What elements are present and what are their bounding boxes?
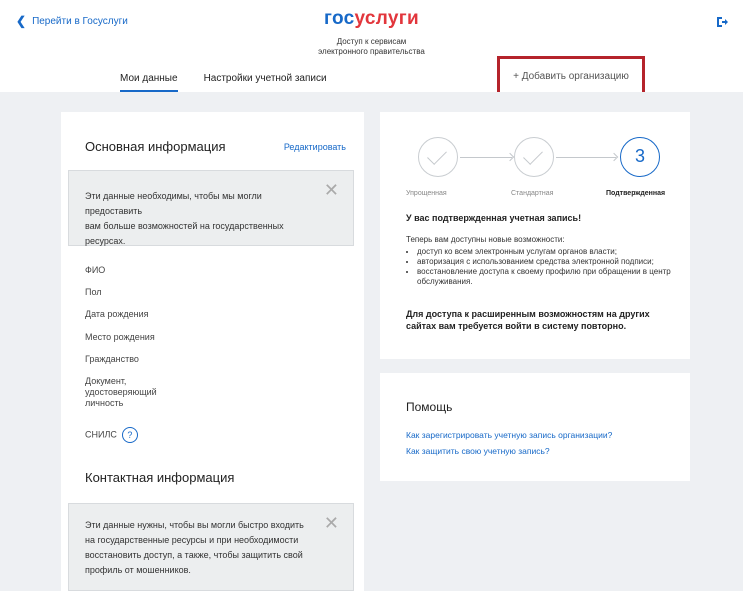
- step-label-confirmed: Подтвержденная: [606, 190, 666, 197]
- tab-my-data[interactable]: Мои данные: [120, 73, 178, 92]
- arrow-right-icon: [556, 157, 616, 158]
- basic-info-notice: Эти данные необходимы, чтобы мы могли пр…: [68, 170, 354, 246]
- gosuslugi-logo[interactable]: госуслуги: [0, 8, 743, 30]
- edit-link[interactable]: Редактировать: [284, 142, 346, 152]
- relogin-note: Для доступа к расширенным возможностям н…: [406, 309, 650, 331]
- status-title: У вас подтвержденная учетная запись!: [406, 213, 582, 223]
- logo-subtitle: Доступ к сервисам электронного правитель…: [318, 37, 425, 56]
- field-fio: ФИО: [85, 265, 106, 275]
- step-confirmed: 3: [620, 137, 660, 177]
- field-sex: Пол: [85, 287, 102, 297]
- account-status-card: 3 Упрощенная Стандартная Подтвержденная …: [380, 112, 690, 359]
- help-link-protect-account[interactable]: Как защитить свою учетную запись?: [406, 446, 550, 456]
- step-label-standard: Стандартная: [511, 190, 554, 197]
- list-item: авторизация с использованием средства эл…: [417, 257, 677, 267]
- list-item: доступ ко всем электронным услугам орган…: [417, 247, 677, 257]
- contact-info-notice: Эти данные нужны, чтобы вы могли быстро …: [68, 503, 354, 591]
- step-label-simplified: Упрощенная: [406, 190, 447, 197]
- help-title: Помощь: [406, 400, 453, 414]
- step-simplified-check-icon: [418, 137, 458, 177]
- field-birth-date: Дата рождения: [85, 309, 149, 319]
- contact-info-title: Контактная информация: [85, 470, 235, 485]
- close-icon[interactable]: ✕: [324, 181, 339, 199]
- help-link-register-org[interactable]: Как зарегистрировать учетную запись орга…: [406, 430, 612, 440]
- help-icon[interactable]: ?: [121, 427, 138, 443]
- field-snils: СНИЛС?: [85, 427, 138, 443]
- arrow-right-icon: [460, 157, 512, 158]
- account-tabs: Мои данные Настройки учетной записи: [120, 73, 327, 92]
- field-citizenship: Гражданство: [85, 354, 139, 364]
- basic-info-title: Основная информация: [85, 139, 226, 154]
- field-identity-document: Документ, удостоверяющий личность: [85, 376, 157, 408]
- logout-icon[interactable]: [715, 15, 729, 29]
- field-birth-place: Место рождения: [85, 332, 155, 342]
- add-organization-button[interactable]: + Добавить организацию: [497, 56, 645, 96]
- tab-account-settings[interactable]: Настройки учетной записи: [204, 73, 327, 92]
- personal-info-card: Основная информация Редактировать Эти да…: [61, 112, 364, 591]
- features-list: доступ ко всем электронным услугам орган…: [406, 247, 677, 287]
- close-icon[interactable]: ✕: [324, 514, 339, 532]
- step-standard-check-icon: [514, 137, 554, 177]
- help-card: Помощь Как зарегистрировать учетную запи…: [380, 373, 690, 481]
- list-item: восстановление доступа к своему профилю …: [417, 267, 677, 287]
- status-intro: Теперь вам доступны новые возможности:: [406, 235, 565, 244]
